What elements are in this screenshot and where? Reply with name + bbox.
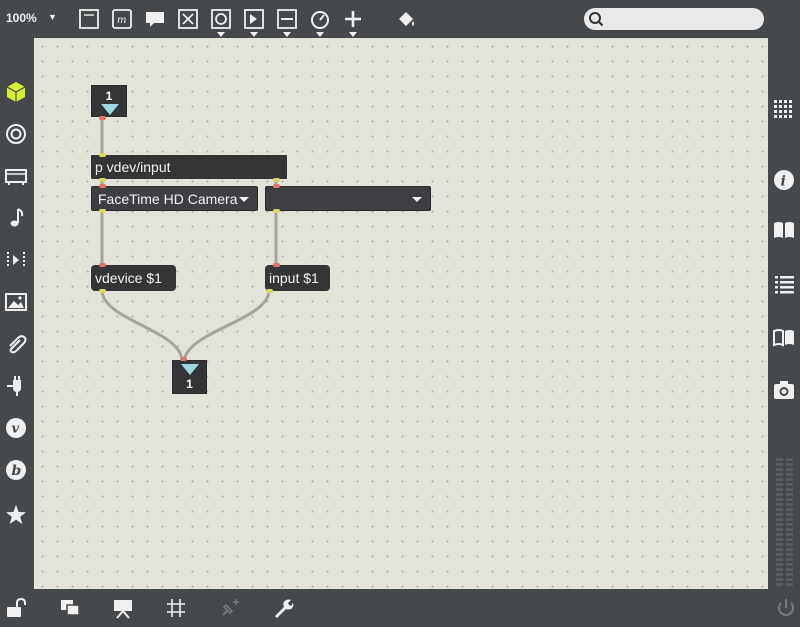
- toggle-x-icon: [178, 9, 198, 29]
- image-icon[interactable]: [4, 290, 28, 314]
- object-box-icon: [79, 9, 99, 29]
- search-input[interactable]: [608, 10, 758, 28]
- camera-icon[interactable]: [772, 378, 796, 402]
- message-box-icon: m: [112, 9, 132, 29]
- plus-icon: [345, 11, 361, 27]
- dial-button[interactable]: [309, 8, 331, 37]
- patcher-canvas[interactable]: [34, 38, 768, 589]
- slider-button[interactable]: [276, 8, 298, 37]
- v-circle-icon[interactable]: v: [4, 416, 28, 440]
- message-button[interactable]: m: [111, 8, 133, 30]
- input-menu[interactable]: [265, 186, 431, 211]
- search-field[interactable]: [584, 8, 764, 30]
- tv-icon[interactable]: [4, 164, 28, 188]
- vdevice-message[interactable]: vdevice $1: [91, 265, 176, 291]
- device-menu-outlet-port[interactable]: [99, 209, 106, 213]
- subpatch-object[interactable]: p vdev/input: [91, 155, 287, 179]
- svg-text:v: v: [12, 422, 20, 437]
- vdevice-message-text: vdevice $1: [95, 270, 162, 286]
- input-message-inlet-port[interactable]: [273, 263, 280, 267]
- input-menu-outlet-port[interactable]: [273, 209, 280, 213]
- bang-circle-icon: [211, 9, 231, 29]
- dial-icon: [311, 11, 329, 29]
- dropdown-caret-icon: [349, 32, 357, 37]
- wrench-icon[interactable]: [271, 597, 295, 619]
- plug-icon[interactable]: [4, 374, 28, 398]
- left-sidebar: v b: [0, 38, 34, 589]
- comment-bubble-icon: [146, 12, 164, 27]
- device-menu[interactable]: FaceTime HD Camera: [91, 186, 258, 211]
- bottom-toolbar: [0, 589, 800, 627]
- target-icon[interactable]: [4, 122, 28, 146]
- outlet-triangle-icon: [181, 364, 199, 375]
- list-icon[interactable]: [772, 272, 796, 296]
- right-sidebar: i: [768, 38, 800, 589]
- book-icon[interactable]: [772, 218, 796, 242]
- number-button[interactable]: [243, 8, 265, 37]
- subpatch-inlet-port[interactable]: [99, 153, 106, 157]
- dropdown-caret-icon: [283, 32, 291, 37]
- vdevice-outlet-port[interactable]: [99, 289, 106, 293]
- level-meter: [776, 458, 794, 586]
- inlet-object[interactable]: 1: [91, 85, 127, 117]
- format-paint-button[interactable]: [395, 8, 417, 30]
- outlet-object[interactable]: 1: [172, 360, 207, 394]
- device-menu-inlet-port[interactable]: [99, 184, 106, 188]
- add-button[interactable]: [342, 8, 364, 37]
- paperclip-icon[interactable]: [4, 332, 28, 356]
- power-icon[interactable]: [774, 597, 798, 619]
- grid-icon[interactable]: [772, 96, 796, 120]
- inlet-triangle-icon: [101, 104, 119, 115]
- comment-button[interactable]: [144, 8, 166, 30]
- input-message[interactable]: input $1: [265, 265, 330, 291]
- info-icon[interactable]: i: [772, 168, 796, 192]
- inlet-port[interactable]: [99, 116, 106, 120]
- chevron-down-icon: [412, 197, 422, 202]
- grid-hash-icon[interactable]: [164, 597, 188, 619]
- meter-bars-icon: [776, 458, 793, 586]
- svg-text:m: m: [117, 15, 126, 26]
- outlet-inlet-port[interactable]: [180, 357, 187, 361]
- reference-book-icon[interactable]: [772, 325, 796, 349]
- chevron-down-icon: ▼: [48, 12, 57, 22]
- input-menu-inlet-port[interactable]: [273, 184, 280, 188]
- svg-text:i: i: [781, 174, 786, 190]
- pin-add-icon[interactable]: [218, 597, 242, 619]
- paint-bucket-icon: [399, 12, 414, 26]
- subpatch-outlet-port[interactable]: [273, 178, 280, 182]
- play-bracket-icon[interactable]: [4, 248, 28, 272]
- b-circle-icon[interactable]: b: [4, 458, 28, 482]
- number-box-icon: [244, 9, 264, 29]
- star-icon[interactable]: [4, 503, 28, 527]
- svg-text:b: b: [12, 463, 22, 479]
- slider-icon: [277, 9, 297, 29]
- subpatch-outlet-port[interactable]: [99, 178, 106, 182]
- zoom-menu[interactable]: 100% ▼: [6, 11, 57, 25]
- dropdown-caret-icon: [217, 32, 225, 37]
- new-object-button[interactable]: [78, 8, 100, 30]
- vdevice-inlet-port[interactable]: [99, 263, 106, 267]
- subpatch-label: p vdev/input: [95, 159, 171, 175]
- cube-icon[interactable]: [4, 80, 28, 104]
- chevron-down-icon: [239, 197, 249, 202]
- presentation-icon[interactable]: [111, 597, 135, 619]
- zoom-level: 100%: [6, 11, 37, 25]
- input-message-text: input $1: [269, 270, 319, 286]
- search-icon: [589, 12, 604, 27]
- toggle-button[interactable]: [177, 8, 199, 30]
- dropdown-caret-icon: [250, 32, 258, 37]
- device-menu-value: FaceTime HD Camera: [98, 191, 238, 207]
- dropdown-caret-icon: [316, 32, 324, 37]
- input-message-outlet-port[interactable]: [266, 289, 273, 293]
- music-note-icon[interactable]: [4, 206, 28, 230]
- bang-button[interactable]: [210, 8, 232, 37]
- outlet-number: 1: [186, 377, 193, 391]
- windows-icon[interactable]: [58, 597, 82, 619]
- top-toolbar: 100% ▼ m: [0, 0, 800, 38]
- lock-icon[interactable]: [4, 597, 28, 619]
- inlet-number: 1: [105, 89, 113, 103]
